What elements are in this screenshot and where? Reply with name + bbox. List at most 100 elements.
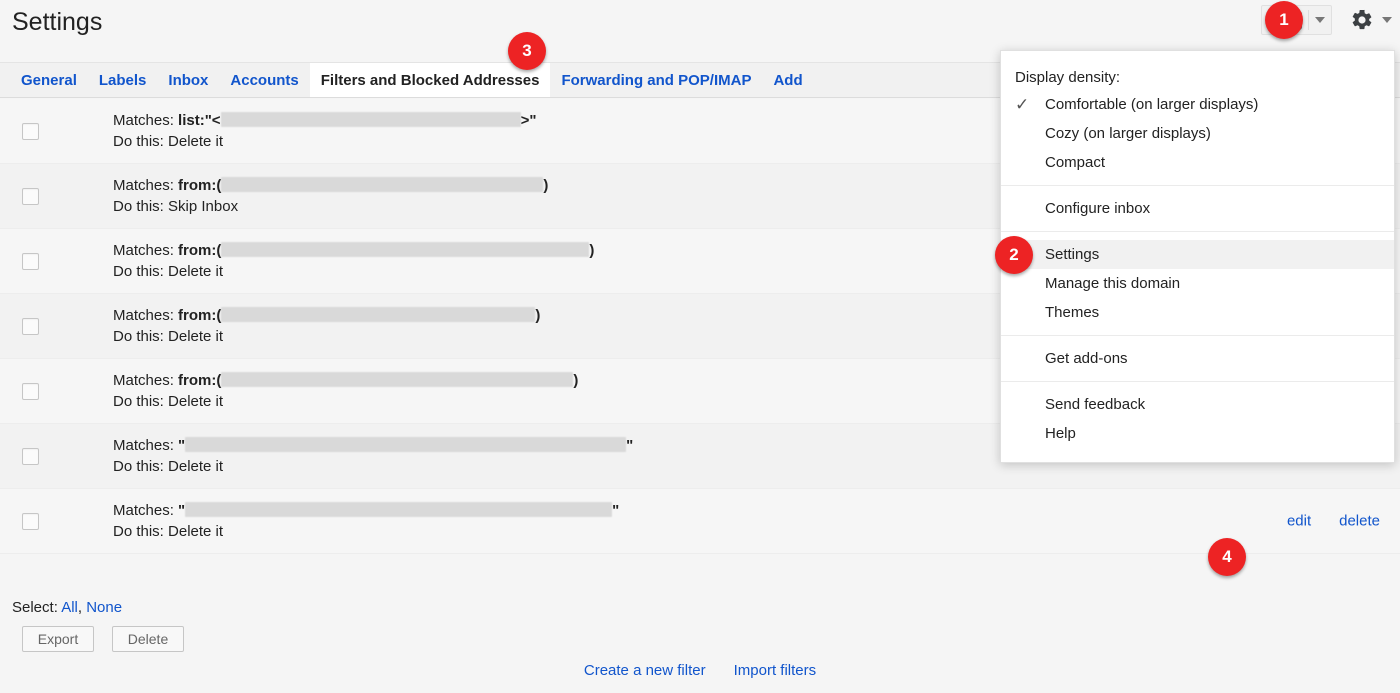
menu-item-compact[interactable]: Compact <box>1001 148 1394 177</box>
bulk-action-buttons: Export Delete <box>22 626 184 652</box>
tab-labels[interactable]: Labels <box>88 63 158 97</box>
match-operator-close: ) <box>573 372 578 389</box>
row-checkbox[interactable] <box>22 448 39 465</box>
menu-section-addons: Get add-ons <box>1001 335 1394 381</box>
match-prefix: Matches: <box>113 372 174 389</box>
settings-gear-button[interactable] <box>1346 8 1392 32</box>
action-prefix: Do this: <box>113 458 164 475</box>
redacted-value <box>221 372 573 387</box>
menu-item-label: Compact <box>1045 154 1105 171</box>
row-checkbox[interactable] <box>22 123 39 140</box>
annotation-badge-4: 4 <box>1208 538 1246 576</box>
filter-action-line: Do this: Delete it <box>113 131 536 152</box>
action-prefix: Do this: <box>113 263 164 280</box>
select-none-link[interactable]: None <box>86 599 122 616</box>
match-operator: from:( <box>178 177 221 194</box>
filter-summary: Matches: from:() Do this: Skip Inbox <box>113 175 548 217</box>
match-operator-close: ) <box>535 307 540 324</box>
menu-item-manage-this-domain[interactable]: Manage this domain <box>1001 269 1394 298</box>
row-edit-link[interactable]: edit <box>1287 513 1311 530</box>
menu-item-themes[interactable]: Themes <box>1001 298 1394 327</box>
menu-section-settings: Settings Manage this domain Themes <box>1001 231 1394 335</box>
row-actions: edit delete <box>1287 513 1380 530</box>
gear-chevron-down-icon <box>1382 17 1392 23</box>
footer-links: Create a new filter Import filters <box>0 662 1400 679</box>
menu-item-cozy[interactable]: Cozy (on larger displays) <box>1001 119 1394 148</box>
match-operator-close: " <box>626 437 633 454</box>
filter-action-line: Do this: Delete it <box>113 456 633 477</box>
row-checkbox[interactable] <box>22 318 39 335</box>
redacted-value <box>221 242 589 257</box>
action-prefix: Do this: <box>113 198 164 215</box>
redacted-value <box>221 177 543 192</box>
action-value: Delete it <box>168 458 223 475</box>
keyboard-dropdown-button[interactable] <box>1309 6 1331 34</box>
table-row: Matches: "" Do this: Delete it edit dele… <box>0 489 1400 554</box>
row-checkbox[interactable] <box>22 253 39 270</box>
menu-section-density: Display density: ✓ Comfortable (on large… <box>1001 59 1394 185</box>
action-prefix: Do this: <box>113 393 164 410</box>
filter-summary: Matches: from:() Do this: Delete it <box>113 370 578 412</box>
match-operator-close: >" <box>521 112 537 129</box>
filter-match-line: Matches: from:() <box>113 370 578 391</box>
select-all-link[interactable]: All <box>61 599 78 616</box>
tab-inbox[interactable]: Inbox <box>157 63 219 97</box>
match-prefix: Matches: <box>113 177 174 194</box>
match-prefix: Matches: <box>113 437 174 454</box>
action-value: Delete it <box>168 393 223 410</box>
filter-match-line: Matches: list:"<>" <box>113 110 536 131</box>
filter-summary: Matches: from:() Do this: Delete it <box>113 305 540 347</box>
check-icon: ✓ <box>1015 96 1045 113</box>
filter-action-line: Do this: Skip Inbox <box>113 196 548 217</box>
filter-action-line: Do this: Delete it <box>113 261 594 282</box>
menu-item-label: Cozy (on larger displays) <box>1045 125 1211 142</box>
action-prefix: Do this: <box>113 523 164 540</box>
filter-match-line: Matches: from:() <box>113 175 548 196</box>
tab-general[interactable]: General <box>10 63 88 97</box>
export-button[interactable]: Export <box>22 626 94 652</box>
chevron-down-icon <box>1315 17 1325 23</box>
tab-filters-and-blocked-addresses[interactable]: Filters and Blocked Addresses <box>310 63 551 97</box>
tab-add-ons[interactable]: Add <box>762 63 813 97</box>
match-prefix: Matches: <box>113 307 174 324</box>
menu-item-send-feedback[interactable]: Send feedback <box>1001 390 1394 419</box>
match-operator-close: " <box>612 502 619 519</box>
import-filters-link[interactable]: Import filters <box>734 662 817 679</box>
match-operator: from:( <box>178 307 221 324</box>
select-controls: Select: All, None <box>12 599 122 616</box>
select-label: Select: <box>12 599 58 616</box>
annotation-badge-3: 3 <box>508 32 546 70</box>
tab-forwarding-and-pop-imap[interactable]: Forwarding and POP/IMAP <box>550 63 762 97</box>
match-operator-close: ) <box>589 242 594 259</box>
delete-button[interactable]: Delete <box>112 626 184 652</box>
menu-item-configure-inbox[interactable]: Configure inbox <box>1001 194 1394 223</box>
menu-item-help[interactable]: Help <box>1001 419 1394 448</box>
filter-summary: Matches: "" Do this: Delete it <box>113 500 619 542</box>
filter-match-line: Matches: "" <box>113 435 633 456</box>
menu-item-comfortable[interactable]: ✓ Comfortable (on larger displays) <box>1001 90 1394 119</box>
create-new-filter-link[interactable]: Create a new filter <box>584 662 706 679</box>
match-operator: " <box>178 502 185 519</box>
filter-action-line: Do this: Delete it <box>113 521 619 542</box>
display-density-label: Display density: <box>1001 67 1394 90</box>
match-prefix: Matches: <box>113 112 174 129</box>
match-operator-close: ) <box>543 177 548 194</box>
filter-match-line: Matches: from:() <box>113 305 540 326</box>
row-checkbox[interactable] <box>22 383 39 400</box>
row-checkbox[interactable] <box>22 188 39 205</box>
row-delete-link[interactable]: delete <box>1339 513 1380 530</box>
page-title: Settings <box>12 8 102 37</box>
filter-summary: Matches: list:"<>" Do this: Delete it <box>113 110 536 152</box>
tab-accounts[interactable]: Accounts <box>219 63 309 97</box>
match-operator: from:( <box>178 242 221 259</box>
redacted-value <box>221 112 521 127</box>
action-value: Delete it <box>168 133 223 150</box>
match-operator: from:( <box>178 372 221 389</box>
menu-item-get-add-ons[interactable]: Get add-ons <box>1001 344 1394 373</box>
menu-item-settings[interactable]: Settings <box>1001 240 1394 269</box>
redacted-value <box>221 307 535 322</box>
menu-section-configure: Configure inbox <box>1001 185 1394 231</box>
row-checkbox[interactable] <box>22 513 39 530</box>
filter-summary: Matches: from:() Do this: Delete it <box>113 240 594 282</box>
action-prefix: Do this: <box>113 328 164 345</box>
